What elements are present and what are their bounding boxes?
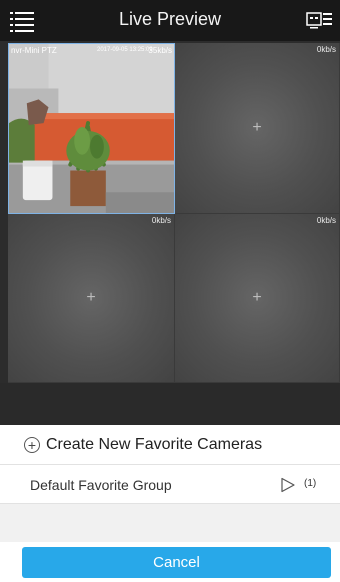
preview-grid-area: nvr-Mini PTZ 2017-09-05 13:25:09 35kb/s … (0, 41, 340, 425)
add-camera-icon[interactable]: + (252, 290, 261, 306)
camera-feed-image (9, 44, 174, 213)
bitrate-label: 35kb/s (148, 46, 172, 55)
favorite-group-count: (1) (304, 478, 317, 489)
top-bar: Live Preview (0, 0, 340, 41)
camera-timestamp: 2017-09-05 13:25:09 (97, 47, 153, 53)
bitrate-label: 0kb/s (316, 45, 336, 54)
cancel-button[interactable]: Cancel (22, 547, 331, 578)
preview-tile-1[interactable]: nvr-Mini PTZ 2017-09-05 13:25:09 35kb/s (8, 43, 175, 214)
preview-tile-4[interactable]: 0kb/s + (175, 214, 340, 383)
bitrate-label: 0kb/s (316, 216, 336, 225)
preview-tile-2[interactable]: 0kb/s + (175, 43, 340, 214)
cancel-area: Cancel (0, 542, 340, 582)
camera-layout-icon[interactable] (306, 9, 334, 31)
play-icon[interactable] (280, 477, 296, 493)
favorite-group-item[interactable]: Default Favorite Group (1) (0, 466, 340, 504)
page-title: Live Preview (118, 9, 222, 29)
bitrate-label: 0kb/s (151, 216, 171, 225)
sheet-spacer (0, 504, 340, 542)
favorite-group-label: Default Favorite Group (30, 477, 172, 493)
preview-grid: nvr-Mini PTZ 2017-09-05 13:25:09 35kb/s … (8, 43, 340, 383)
add-camera-icon[interactable]: + (86, 290, 95, 306)
create-favorite-button[interactable]: + Create New Favorite Cameras (0, 425, 340, 465)
favorite-action-sheet: + Create New Favorite Cameras Default Fa… (0, 425, 340, 582)
toolbar-placeholder (0, 383, 340, 425)
preview-tile-3[interactable]: 0kb/s + (8, 214, 175, 383)
add-camera-icon[interactable]: + (252, 120, 261, 136)
live-preview-screen: Live Preview nvr-Mini PTZ 2017-09-05 13:… (0, 0, 340, 582)
add-circle-icon: + (24, 436, 40, 453)
create-favorite-label: Create New Favorite Cameras (46, 435, 263, 453)
list-menu-icon[interactable] (10, 10, 34, 32)
camera-name: nvr-Mini PTZ (11, 46, 57, 55)
